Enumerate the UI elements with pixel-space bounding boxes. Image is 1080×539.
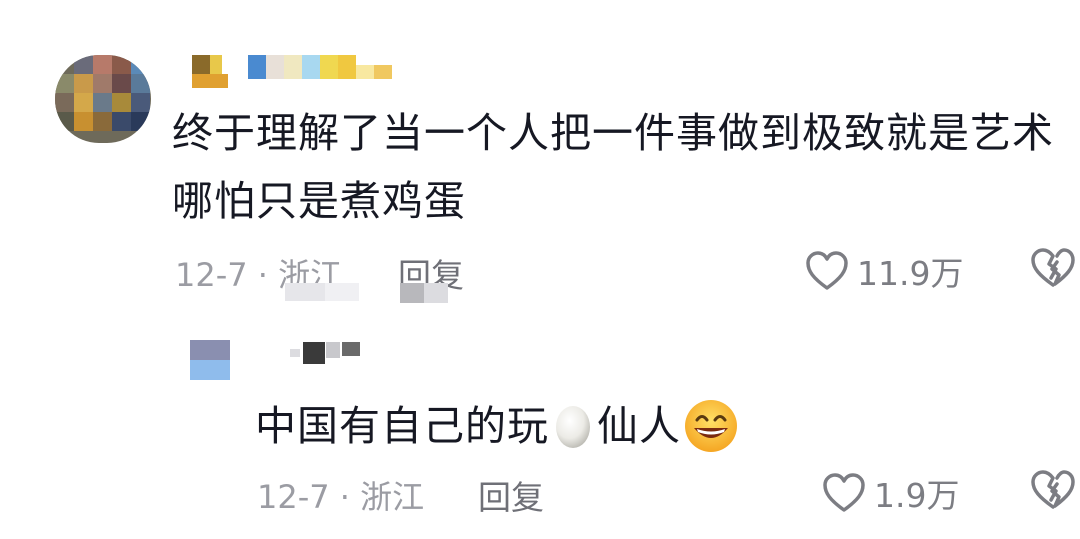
grinning-face-emoji bbox=[685, 400, 737, 452]
username-blur bbox=[192, 74, 228, 88]
comment-text-line2: 哪怕只是煮鸡蛋 bbox=[172, 177, 466, 225]
comment-dislike-button[interactable] bbox=[1030, 248, 1076, 292]
reply-avatar[interactable] bbox=[190, 340, 230, 380]
broken-heart-icon bbox=[1031, 470, 1075, 509]
mosaic-overlay bbox=[424, 283, 448, 303]
reply-text-part1: 中国有自己的玩 bbox=[255, 402, 549, 450]
reply-username-blur bbox=[290, 349, 300, 357]
avatar[interactable] bbox=[55, 55, 151, 143]
reply-dislike-button[interactable] bbox=[1030, 470, 1076, 514]
mosaic-overlay bbox=[285, 283, 325, 301]
reply-like-count: 1.9万 bbox=[874, 476, 960, 515]
reply-username-blur bbox=[326, 342, 340, 358]
reply-username-blur bbox=[303, 342, 325, 364]
heart-outline-icon bbox=[806, 251, 848, 290]
reply-reply-button[interactable]: 回复 bbox=[478, 471, 544, 519]
broken-heart-icon bbox=[1031, 248, 1075, 287]
reply-text-part2: 仙人 bbox=[597, 402, 681, 450]
comment-text-line1: 终于理解了当一个人把一件事做到极致就是艺术 bbox=[172, 109, 1054, 157]
comment-like-count: 11.9万 bbox=[857, 254, 964, 293]
reply-like-button[interactable]: 1.9万 bbox=[822, 469, 959, 517]
mosaic-overlay bbox=[400, 283, 424, 303]
mosaic-overlay bbox=[325, 283, 359, 301]
heart-outline-icon bbox=[823, 473, 865, 512]
comment-like-button[interactable]: 11.9万 bbox=[805, 247, 963, 295]
reply-text: 中国有自己的玩 仙人 bbox=[255, 398, 739, 454]
reply-username-blur bbox=[342, 342, 360, 356]
egg-emoji bbox=[556, 406, 590, 448]
reply-date-location: 12-7 · 浙江 bbox=[257, 478, 425, 516]
